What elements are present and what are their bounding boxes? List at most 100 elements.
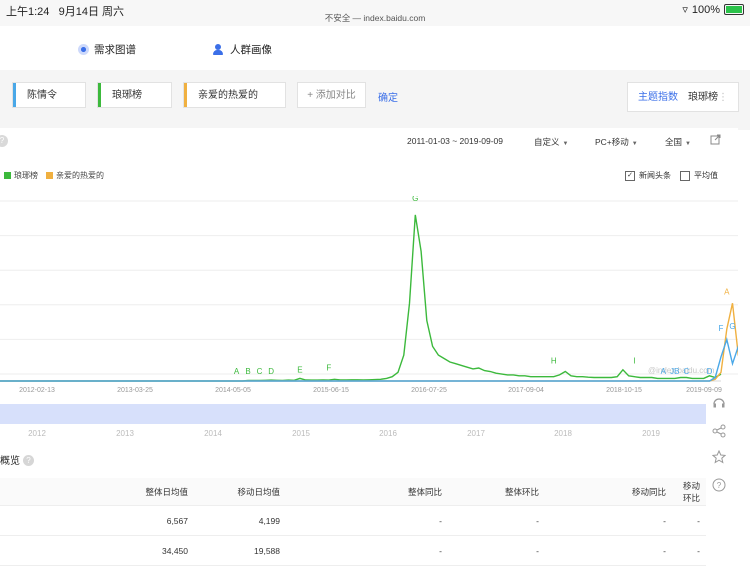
custom-range-label: 自定义 xyxy=(534,137,560,147)
series-line-1[interactable] xyxy=(0,214,722,382)
tab-demand-graph-label: 需求图谱 xyxy=(94,44,136,56)
theme-index-label[interactable]: 主题指数 xyxy=(638,83,678,113)
keyword-label-3: 亲爱的热爱的 xyxy=(198,90,258,101)
average-checkbox[interactable]: 平均值 xyxy=(680,170,718,181)
event-marker[interactable]: E xyxy=(297,365,302,374)
legend-swatch xyxy=(4,172,11,179)
keyword-label-1: 陈情令 xyxy=(27,90,57,101)
question-icon[interactable]: ? xyxy=(712,478,726,492)
x-tick-label: 2017-09-04 xyxy=(508,387,544,394)
table-cell: 4,199 xyxy=(194,505,286,536)
keyword-label-2: 琅琊榜 xyxy=(112,90,142,101)
table-cell: - xyxy=(286,505,448,536)
caret-down-icon: ▼ xyxy=(631,141,638,147)
year-tick-label: 2017 xyxy=(467,429,485,438)
external-link-icon[interactable] xyxy=(710,134,721,145)
event-marker[interactable]: A xyxy=(234,367,240,376)
tab-demand-graph[interactable]: 需求图谱 xyxy=(78,42,136,57)
custom-range-select[interactable]: 自定义 ▼ xyxy=(534,136,568,148)
table-cell: 34,450 xyxy=(52,535,194,566)
table-cell xyxy=(0,505,52,536)
theme-index-box: 主题指数 琅琊榜 ⋮ xyxy=(627,82,739,112)
table-cell: - xyxy=(448,535,545,566)
table-cell: - xyxy=(286,535,448,566)
tab-audience-profile-label: 人群画像 xyxy=(230,44,272,56)
series-line-2[interactable] xyxy=(0,303,738,382)
overview-table: 整体日均值 移动日均值 整体同比 整体环比 移动同比 移动环比 6,567 4,… xyxy=(0,478,706,566)
range-slider[interactable] xyxy=(0,404,721,424)
keyword-chip-3[interactable]: 亲爱的热爱的 xyxy=(183,82,286,108)
table-cell: 6,567 xyxy=(52,505,194,536)
table-cell: 19,588 xyxy=(194,535,286,566)
region-label: 全国 xyxy=(665,137,683,147)
table-header: 整体环比 xyxy=(448,478,545,506)
x-tick-label: 2016-07-25 xyxy=(411,387,447,394)
keyword-chip-2[interactable]: 琅琊榜 xyxy=(97,82,172,108)
device-label: PC+移动 xyxy=(595,137,629,147)
legend-swatch xyxy=(46,172,53,179)
table-header: 整体同比 xyxy=(286,478,448,506)
date-range[interactable]: 2011-01-03 ~ 2019-09-09 xyxy=(407,136,503,146)
address-bar[interactable]: 不安全 — index.baidu.com xyxy=(0,12,750,24)
event-marker[interactable]: G xyxy=(729,322,735,331)
keyword-chip-1[interactable]: 陈情令 xyxy=(12,82,86,108)
event-marker[interactable]: JB xyxy=(670,367,679,376)
event-marker[interactable]: D xyxy=(268,367,274,376)
x-tick-label: 2014-05-05 xyxy=(215,387,251,394)
year-tick-label: 2019 xyxy=(642,429,660,438)
event-marker[interactable]: B xyxy=(245,367,250,376)
x-tick-label: 2018-10-15 xyxy=(606,387,642,394)
region-select[interactable]: 全国 ▼ xyxy=(665,136,691,148)
headset-icon[interactable] xyxy=(712,396,726,410)
help-icon[interactable]: ? xyxy=(23,455,34,466)
keyword-color-bar xyxy=(13,83,16,107)
keyword-compare-bar: 陈情令 琅琊榜 亲爱的热爱的 + 添加对比 确定 主题指数 琅琊榜 ⋮ xyxy=(0,70,750,130)
event-marker[interactable]: G xyxy=(412,196,418,203)
battery-icon xyxy=(724,4,744,15)
year-tick-label: 2015 xyxy=(292,429,310,438)
news-checkbox[interactable]: ✓ 新闻头条 xyxy=(625,170,671,181)
legend-item[interactable]: 亲爱的热爱的 xyxy=(46,170,104,181)
checkbox-icon xyxy=(680,170,690,181)
legend-item[interactable]: 琅琊榜 xyxy=(4,170,38,181)
watermark-text: @index.baidu.com xyxy=(648,366,715,375)
x-tick-label: 2015-06-15 xyxy=(313,387,349,394)
tab-audience-profile[interactable]: 人群画像 xyxy=(213,42,272,57)
x-tick-label: 2013-03-25 xyxy=(117,387,153,394)
legend-label-1: 琅琊榜 xyxy=(14,171,38,180)
theme-keyword: 琅琊榜 xyxy=(688,92,718,103)
keyword-color-bar xyxy=(98,83,101,107)
table-cell: - xyxy=(448,505,545,536)
table-header: 整体日均值 xyxy=(52,478,194,506)
table-header: 移动同比 xyxy=(545,478,672,506)
checkbox-checked-icon: ✓ xyxy=(625,170,635,181)
event-marker[interactable]: C xyxy=(684,367,690,376)
share-icon[interactable] xyxy=(712,424,726,438)
event-marker[interactable]: C xyxy=(257,367,263,376)
demand-graph-icon xyxy=(78,44,89,55)
event-marker[interactable]: A xyxy=(724,288,730,297)
add-comparison-button[interactable]: + 添加对比 xyxy=(297,82,366,108)
overview-title-text: 概览 xyxy=(0,456,20,467)
event-marker[interactable]: A xyxy=(661,367,667,376)
table-cell xyxy=(0,535,52,566)
table-cell: - xyxy=(545,505,672,536)
event-marker[interactable]: F xyxy=(326,364,331,373)
chart-legend: 琅琊榜 亲爱的热爱的 xyxy=(4,170,104,181)
trend-chart[interactable]: @index.baidu.comA B C D E FGH IA JB C DAF G2012-02… xyxy=(0,196,738,446)
status-bar: 上午1:24 9月14日 周六 不安全 — index.baidu.com ▿ … xyxy=(0,0,750,26)
help-icon[interactable]: ? xyxy=(0,135,8,147)
event-marker[interactable]: I xyxy=(633,357,635,366)
event-marker[interactable]: D xyxy=(707,367,713,376)
person-icon xyxy=(213,44,225,55)
event-marker[interactable]: H xyxy=(551,357,557,366)
year-tick-label: 2014 xyxy=(204,429,222,438)
more-vertical-icon[interactable]: ⋮ xyxy=(718,83,728,113)
sub-navigation: 需求图谱 人群画像 xyxy=(0,30,750,68)
device-select[interactable]: PC+移动 ▼ xyxy=(595,136,638,148)
confirm-button[interactable]: 确定 xyxy=(378,89,398,104)
year-tick-label: 2016 xyxy=(379,429,397,438)
event-marker[interactable]: F xyxy=(719,324,724,333)
star-icon[interactable] xyxy=(712,450,726,464)
table-cell: - xyxy=(545,535,672,566)
